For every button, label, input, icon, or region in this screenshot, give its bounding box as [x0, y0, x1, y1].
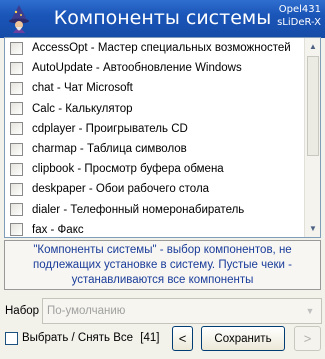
scroll-up-arrow-icon[interactable]: ▲: [306, 39, 320, 54]
chevron-down-icon[interactable]: ▼: [300, 300, 320, 322]
component-checkbox[interactable]: [10, 142, 23, 156]
component-label: AccessOpt - Мастер специальных возможнос…: [32, 42, 291, 55]
components-list-items: AccessOpt - Мастер специальных возможнос…: [5, 38, 305, 237]
list-item[interactable]: chat - Чат Microsoft: [5, 78, 305, 98]
select-all-text: Выбрать / Снять Все: [22, 332, 134, 344]
list-item[interactable]: deskpaper - Обои рабочего стола: [5, 179, 305, 199]
list-item[interactable]: charmap - Таблица символов: [5, 139, 305, 159]
scrollbar-thumb[interactable]: [307, 56, 319, 156]
title-bar: Компоненты системы Opel431 sLiDeR-X: [0, 0, 325, 38]
component-label: cdplayer - Проигрыватель CD: [32, 122, 188, 135]
component-label: deskpaper - Обои рабочего стола: [32, 183, 210, 196]
component-checkbox[interactable]: [10, 102, 23, 116]
description-box: "Компоненты системы" - выбор компонентов…: [4, 240, 321, 290]
vertical-scrollbar[interactable]: ▲ ▼: [304, 38, 320, 237]
component-checkbox[interactable]: [10, 122, 23, 136]
save-button[interactable]: Сохранить: [201, 326, 285, 351]
component-checkbox[interactable]: [10, 61, 23, 75]
preset-value: По-умолчанию: [47, 305, 126, 317]
list-item[interactable]: AccessOpt - Мастер специальных возможнос…: [5, 38, 305, 58]
select-all-label[interactable]: Выбрать / Снять Все [41]: [22, 332, 159, 344]
component-count: [41]: [140, 332, 160, 344]
component-label: clipbook - Просмотр буфера обмена: [32, 163, 224, 176]
component-label: fax - Факс: [32, 223, 84, 236]
component-label: Calc - Калькулятор: [32, 102, 133, 115]
component-checkbox[interactable]: [10, 223, 23, 237]
list-item[interactable]: fax - Факс: [5, 220, 305, 237]
component-checkbox[interactable]: [10, 182, 23, 196]
description-text: "Компоненты системы" - выбор компонентов…: [33, 243, 292, 286]
component-checkbox[interactable]: [10, 162, 23, 176]
component-checkbox[interactable]: [10, 41, 23, 55]
select-all-checkbox[interactable]: [5, 332, 18, 345]
next-button[interactable]: >: [294, 326, 321, 351]
component-label: dialer - Телефонный номеронабиратель: [32, 203, 245, 216]
previous-button[interactable]: <: [172, 326, 193, 351]
preset-label: Набор: [5, 305, 40, 317]
component-checkbox[interactable]: [10, 203, 23, 217]
component-label: charmap - Таблица символов: [32, 143, 187, 156]
list-item[interactable]: clipbook - Просмотр буфера обмена: [5, 159, 305, 179]
component-label: AutoUpdate - Автообновление Windows: [32, 62, 242, 75]
list-item[interactable]: dialer - Телефонный номеронабиратель: [5, 200, 305, 220]
list-item[interactable]: Calc - Калькулятор: [5, 99, 305, 119]
scroll-down-arrow-icon[interactable]: ▼: [306, 221, 320, 236]
brand-label: Opel431 sLiDeR-X: [277, 3, 321, 29]
brand-line-1: Opel431: [278, 4, 321, 15]
list-item[interactable]: cdplayer - Проигрыватель CD: [5, 119, 305, 139]
preset-select[interactable]: По-умолчанию ▼: [42, 298, 322, 324]
list-item[interactable]: AutoUpdate - Автообновление Windows: [5, 58, 305, 78]
component-label: chat - Чат Microsoft: [32, 82, 133, 95]
component-checkbox[interactable]: [10, 81, 23, 95]
brand-line-2: sLiDeR-X: [277, 17, 321, 28]
components-window: Компоненты системы Opel431 sLiDeR-X Acce…: [0, 0, 325, 359]
components-list[interactable]: AccessOpt - Мастер специальных возможнос…: [4, 37, 321, 238]
